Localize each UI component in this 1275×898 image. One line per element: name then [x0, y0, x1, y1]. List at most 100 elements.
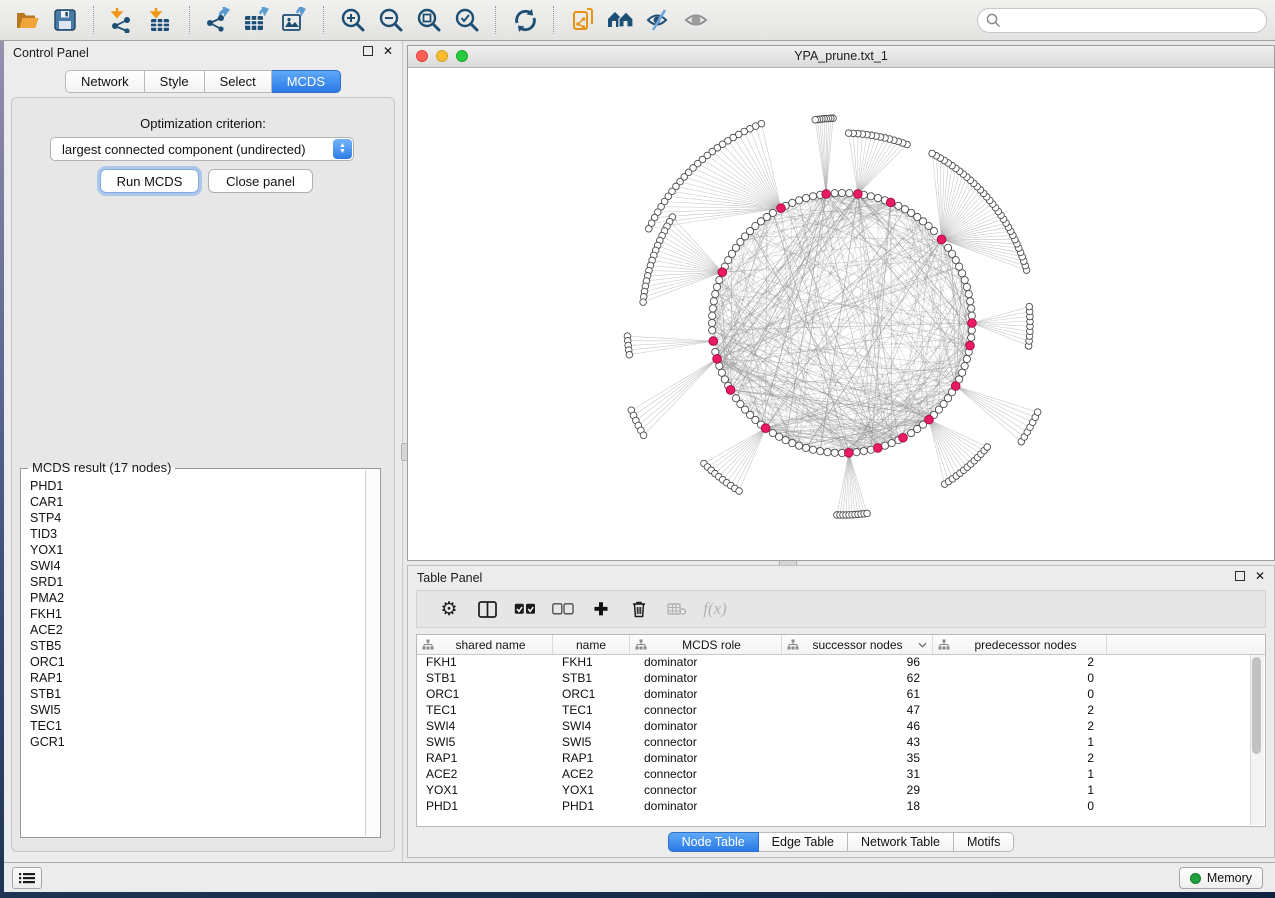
mcds-result-item[interactable]: STB1 — [30, 686, 364, 702]
table-row[interactable]: TEC1TEC1connector472 — [417, 702, 1251, 718]
save-session-icon[interactable] — [49, 4, 81, 36]
refresh-layout-icon[interactable] — [509, 4, 541, 36]
table-row[interactable]: STB1STB1dominator620 — [417, 670, 1251, 686]
tab-node-table[interactable]: Node Table — [668, 832, 759, 852]
tab-select[interactable]: Select — [205, 70, 272, 93]
select-all-rows-icon[interactable] — [506, 594, 544, 624]
cell-predecessor-nodes: 2 — [933, 702, 1107, 718]
column-header-shared-name[interactable]: shared name — [417, 635, 553, 654]
cell-shared-name: ACE2 — [417, 766, 553, 782]
mcds-result-item[interactable]: SRD1 — [30, 574, 364, 590]
zoom-fit-icon[interactable] — [413, 4, 445, 36]
mcds-result-item[interactable]: SWI4 — [30, 558, 364, 574]
close-panel-icon[interactable]: ✕ — [1255, 571, 1265, 581]
mcds-result-item[interactable]: PHD1 — [30, 478, 364, 494]
mcds-result-item[interactable]: ACE2 — [30, 622, 364, 638]
table-row[interactable]: YOX1YOX1connector291 — [417, 782, 1251, 798]
tab-network-table[interactable]: Network Table — [848, 832, 954, 852]
export-table-icon[interactable] — [241, 4, 273, 36]
minimize-window-icon[interactable] — [436, 50, 448, 62]
close-panel-button[interactable]: Close panel — [208, 169, 313, 193]
task-history-list-icon[interactable] — [12, 867, 42, 889]
tab-network[interactable]: Network — [65, 70, 145, 93]
delete-column-icon[interactable] — [620, 594, 658, 624]
cell-shared-name: PHD1 — [417, 798, 553, 814]
table-row[interactable]: FKH1FKH1dominator962 — [417, 654, 1251, 670]
mcds-result-item[interactable]: ORC1 — [30, 654, 364, 670]
open-folder-icon[interactable] — [11, 4, 43, 36]
mcds-result-item[interactable]: TEC1 — [30, 718, 364, 734]
table-row[interactable]: RAP1RAP1dominator352 — [417, 750, 1251, 766]
tab-edge-table[interactable]: Edge Table — [759, 832, 848, 852]
close-panel-icon[interactable]: ✕ — [383, 46, 393, 56]
cell-name: ORC1 — [553, 686, 630, 702]
import-network-icon[interactable] — [107, 4, 139, 36]
table-row[interactable]: PHD1PHD1dominator180 — [417, 798, 1251, 814]
cell-mcds-role: dominator — [630, 670, 782, 686]
export-network-icon[interactable] — [203, 4, 235, 36]
run-mcds-button[interactable]: Run MCDS — [100, 169, 199, 193]
close-window-icon[interactable] — [416, 50, 428, 62]
cell-predecessor-nodes: 2 — [933, 718, 1107, 734]
column-header-predecessor-nodes[interactable]: predecessor nodes — [933, 635, 1107, 654]
search-input[interactable] — [977, 8, 1267, 33]
import-table-icon[interactable] — [145, 4, 177, 36]
tab-mcds[interactable]: MCDS — [272, 70, 341, 93]
cell-name: PHD1 — [553, 798, 630, 814]
export-image-icon[interactable] — [279, 4, 311, 36]
add-column-icon[interactable]: ✚ — [582, 594, 620, 624]
mcds-result-item[interactable]: FKH1 — [30, 606, 364, 622]
new-network-from-selection-icon[interactable] — [567, 4, 599, 36]
table-panel-title: Table Panel — [417, 571, 482, 585]
cell-mcds-role: dominator — [630, 750, 782, 766]
table-scrollbar-thumb[interactable] — [1252, 657, 1261, 754]
float-panel-icon[interactable] — [363, 46, 373, 56]
mcds-result-item[interactable]: YOX1 — [30, 542, 364, 558]
network-canvas[interactable] — [408, 67, 1274, 560]
float-panel-icon[interactable] — [1235, 571, 1245, 581]
zoom-out-icon[interactable] — [375, 4, 407, 36]
node-table-header: shared namenameMCDS rolesuccessor nodesp… — [417, 635, 1265, 655]
table-row[interactable]: ACE2ACE2connector311 — [417, 766, 1251, 782]
mcds-result-item[interactable]: STP4 — [30, 510, 364, 526]
table-scrollbar[interactable] — [1250, 655, 1264, 825]
zoom-selected-icon[interactable] — [451, 4, 483, 36]
mcds-list-scrollbar[interactable] — [365, 470, 379, 836]
column-header-successor-nodes[interactable]: successor nodes — [782, 635, 933, 654]
optimization-criterion-select[interactable]: largest connected component (undirected)… — [50, 137, 354, 161]
maximize-window-icon[interactable] — [456, 50, 468, 62]
mcds-result-item[interactable]: GCR1 — [30, 734, 364, 750]
tab-motifs[interactable]: Motifs — [954, 832, 1014, 852]
table-row[interactable]: ORC1ORC1dominator610 — [417, 686, 1251, 702]
network-window-titlebar[interactable]: YPA_prune.txt_1 — [408, 46, 1274, 68]
mcds-result-item[interactable]: CAR1 — [30, 494, 364, 510]
cell-predecessor-nodes: 1 — [933, 766, 1107, 782]
control-panel-tabs: NetworkStyleSelectMCDS — [4, 70, 402, 93]
deselect-all-rows-icon[interactable] — [544, 594, 582, 624]
cell-shared-name: FKH1 — [417, 654, 553, 670]
column-menu-chevron-icon[interactable] — [918, 642, 927, 648]
table-row[interactable]: SWI5SWI5connector431 — [417, 734, 1251, 750]
memory-button[interactable]: Memory — [1179, 867, 1263, 889]
cell-predecessor-nodes: 1 — [933, 782, 1107, 798]
cell-shared-name: SWI4 — [417, 718, 553, 734]
cell-name: YOX1 — [553, 782, 630, 798]
column-header-mcds-role[interactable]: MCDS role — [630, 635, 782, 654]
mcds-result-item[interactable]: STB5 — [30, 638, 364, 654]
table-row[interactable]: SWI4SWI4dominator462 — [417, 718, 1251, 734]
zoom-in-icon[interactable] — [337, 4, 369, 36]
mcds-result-item[interactable]: SWI5 — [30, 702, 364, 718]
column-header-name[interactable]: name — [553, 635, 630, 654]
mcds-result-item[interactable]: RAP1 — [30, 670, 364, 686]
hide-selection-icon[interactable] — [643, 4, 675, 36]
neighborhood-houses-icon[interactable] — [605, 4, 637, 36]
tab-style[interactable]: Style — [145, 70, 205, 93]
toolbar-separator — [189, 6, 191, 34]
show-columns-icon[interactable] — [468, 594, 506, 624]
show-hidden-eye-icon[interactable] — [681, 4, 713, 36]
mcds-result-item[interactable]: PMA2 — [30, 590, 364, 606]
attribute-type-icon — [422, 639, 434, 650]
cell-mcds-role: connector — [630, 766, 782, 782]
table-settings-gear-icon[interactable]: ⚙ — [430, 594, 468, 624]
mcds-result-item[interactable]: TID3 — [30, 526, 364, 542]
